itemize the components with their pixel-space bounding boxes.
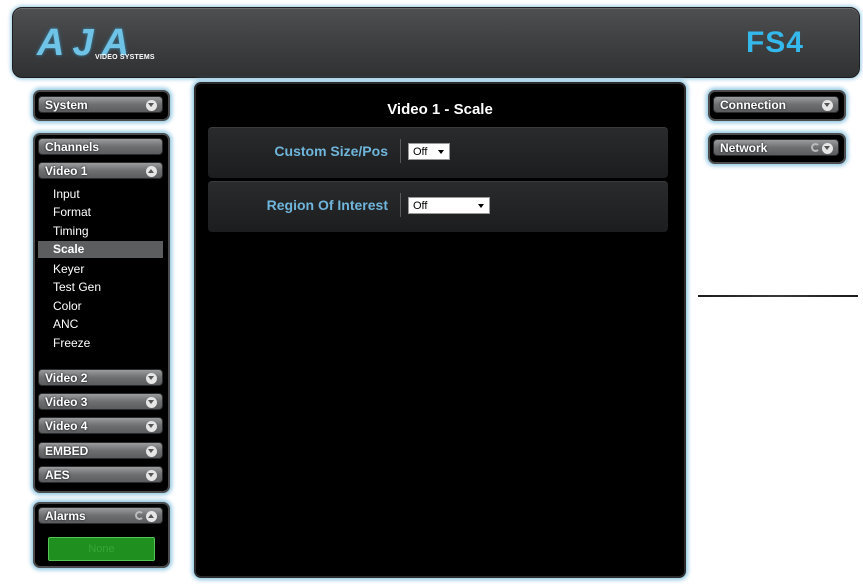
submenu-freeze[interactable]: Freeze (38, 335, 163, 352)
embed-button[interactable]: EMBED (38, 442, 163, 459)
setting-label-region-of-interest: Region Of Interest (266, 197, 388, 213)
video1-label: Video 1 (45, 164, 88, 178)
system-panel: System (33, 90, 170, 121)
chevron-down-icon (822, 100, 833, 111)
chevron-down-icon (822, 143, 833, 154)
custom-size-pos-select[interactable]: Off (408, 143, 450, 160)
dropdown-arrow-icon (438, 150, 444, 154)
system-label: System (45, 98, 88, 112)
channels-label: Channels (45, 140, 100, 154)
page-title: Video 1 - Scale (387, 101, 493, 118)
channels-header: Channels (38, 138, 163, 155)
video2-button[interactable]: Video 2 (38, 369, 163, 386)
divider (400, 193, 401, 217)
chevron-down-icon (146, 373, 157, 384)
aes-button[interactable]: AES (38, 466, 163, 483)
video2-label: Video 2 (45, 371, 88, 385)
select-value: Off (413, 200, 428, 212)
aes-label: AES (45, 468, 70, 482)
embed-label: EMBED (45, 444, 89, 458)
refresh-icon (135, 511, 144, 520)
video4-button[interactable]: Video 4 (38, 417, 163, 434)
aja-logo: AJA VIDEO SYSTEMS (37, 22, 187, 68)
submenu-anc[interactable]: ANC (38, 316, 163, 333)
header-bar: AJA VIDEO SYSTEMS FS4 (12, 7, 860, 78)
submenu-scale[interactable]: Scale (38, 241, 163, 258)
divider (698, 295, 858, 297)
video4-label: Video 4 (45, 419, 88, 433)
network-label: Network (720, 141, 768, 155)
video3-label: Video 3 (45, 395, 88, 409)
chevron-down-icon (146, 397, 157, 408)
submenu-keyer[interactable]: Keyer (38, 261, 163, 278)
setting-label-custom-size-pos: Custom Size/Pos (274, 143, 388, 159)
refresh-icon (811, 143, 820, 152)
submenu-color[interactable]: Color (38, 298, 163, 315)
system-button[interactable]: System (38, 96, 163, 113)
setting-row: Region Of Interest Off (208, 181, 668, 232)
select-value: Off (413, 146, 428, 158)
chevron-down-icon (146, 421, 157, 432)
connection-button[interactable]: Connection (713, 96, 839, 113)
chevron-down-icon (146, 446, 157, 457)
alarms-panel: Alarms None (33, 502, 170, 568)
video3-button[interactable]: Video 3 (38, 393, 163, 410)
submenu-input[interactable]: Input (38, 186, 163, 203)
dropdown-arrow-icon (478, 204, 484, 208)
setting-row: Custom Size/Pos Off (208, 127, 668, 178)
alarms-button[interactable]: Alarms (38, 507, 163, 524)
alarms-label: Alarms (45, 509, 86, 523)
chevron-down-icon (146, 100, 157, 111)
network-button[interactable]: Network (713, 139, 839, 156)
main-panel: Video 1 - Scale Custom Size/Pos Off Regi… (194, 82, 686, 578)
connection-label: Connection (720, 98, 786, 112)
video1-button[interactable]: Video 1 (38, 162, 163, 179)
submenu-timing[interactable]: Timing (38, 223, 163, 240)
submenu-format[interactable]: Format (38, 204, 163, 221)
chevron-up-icon (146, 166, 157, 177)
product-name: FS4 (745, 26, 804, 59)
brand-logo-subtext: VIDEO SYSTEMS (95, 54, 155, 61)
region-of-interest-select[interactable]: Off (408, 197, 490, 214)
channels-panel: Channels Video 1 Input Format Timing Sca… (33, 133, 170, 493)
alarm-status-indicator: None (48, 537, 155, 561)
chevron-up-icon (146, 511, 157, 522)
divider (400, 139, 401, 163)
connection-panel: Connection (708, 90, 846, 121)
chevron-down-icon (146, 470, 157, 481)
network-panel: Network (708, 133, 846, 164)
submenu-test-gen[interactable]: Test Gen (38, 279, 163, 296)
